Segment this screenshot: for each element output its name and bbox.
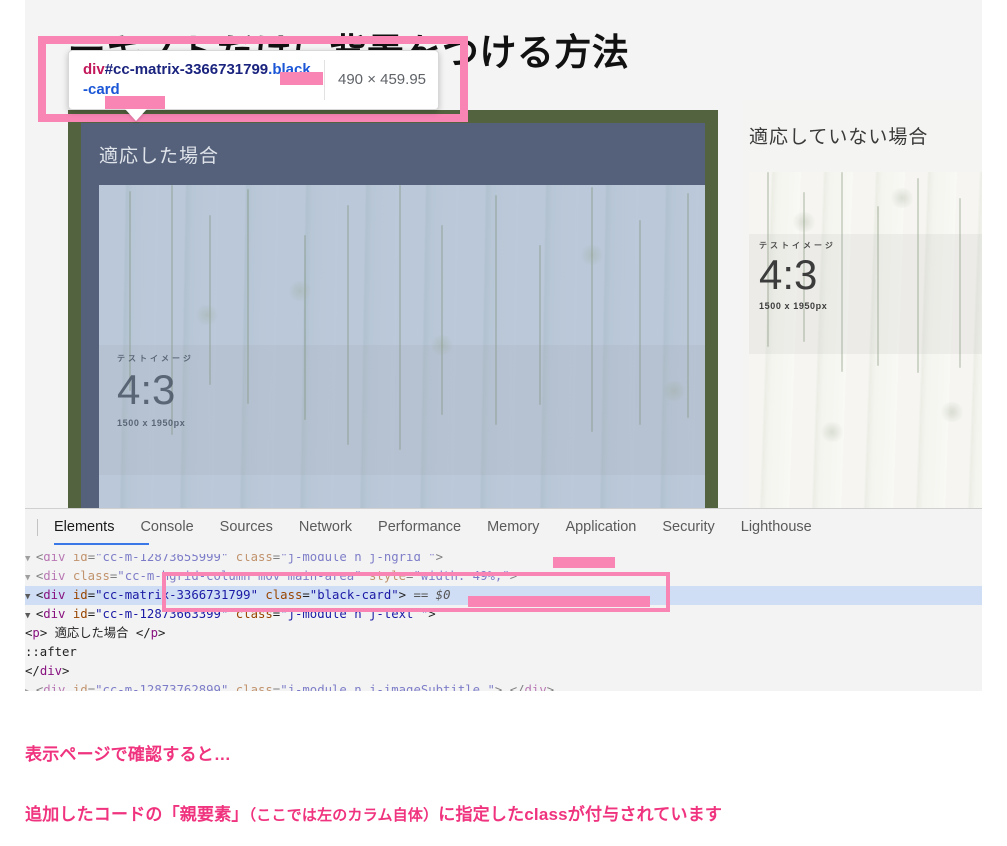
dom-row-expand-icon[interactable]: ▶ — [25, 687, 36, 691]
dom-token-tag: div — [43, 569, 65, 583]
dom-tree-row[interactable]: ▼ <div id="cc-matrix-3366731799" class="… — [25, 586, 982, 605]
caption-line-2-part-a: 追加したコードの「親要素」 — [25, 805, 249, 824]
dom-token-punct: </ — [502, 683, 524, 691]
left-placeholder-ratio: 4:3 — [117, 370, 705, 410]
dom-token-val: "black-card" — [310, 588, 399, 602]
dom-token-val: "cc-m-hgrid-column mov main-area" — [117, 569, 361, 583]
dom-token-punct: = — [302, 588, 309, 602]
tab-network[interactable]: Network — [299, 519, 352, 535]
dom-token-pseudo: ::after — [25, 645, 77, 659]
left-column-black-card[interactable]: 適応した場合 — [68, 110, 718, 510]
dom-tree-row[interactable]: ::after — [25, 643, 982, 662]
dom-token-attr: style — [362, 569, 406, 583]
dom-token-val: "j-module n j-imageSubtitle " — [280, 683, 495, 691]
dom-token-punct: > — [158, 626, 165, 640]
dom-token-tag: div — [43, 607, 65, 621]
tooltip-tag-name: div — [83, 61, 105, 78]
right-card-image: テストイメージ 4:3 1500 x 1950px — [749, 172, 982, 510]
dom-token-punct: = — [88, 607, 95, 621]
dom-token-tag: p — [32, 626, 39, 640]
tooltip-selector: div#cc-matrix-3366731799.black-card — [83, 60, 311, 100]
tab-sources[interactable]: Sources — [220, 519, 273, 535]
dom-tree-row[interactable]: ▶ <div id="cc-m-12873762899" class="j-mo… — [25, 681, 982, 691]
left-placeholder-kana: テストイメージ — [117, 353, 705, 364]
tab-elements[interactable]: Elements — [54, 519, 114, 535]
devtools-tab-bar: Elements Console Sources Network Perform… — [25, 509, 982, 546]
dom-token-val: "cc-matrix-3366731799" — [95, 588, 258, 602]
dom-row-expand-icon[interactable]: ▼ — [25, 554, 36, 564]
dom-token-attr: id — [65, 683, 87, 691]
right-card-heading: 適応していない場合 — [743, 100, 982, 149]
dom-token-punct: > — [62, 664, 69, 678]
dom-row-expand-icon[interactable]: ▼ — [25, 611, 36, 621]
dom-token-val: "width: 49%;" — [413, 569, 509, 583]
tab-security[interactable]: Security — [662, 519, 714, 535]
dom-top-clip — [25, 545, 982, 554]
dom-token-tag: div — [40, 664, 62, 678]
dom-token-punct: = — [88, 683, 95, 691]
dom-token-attr: class — [65, 569, 109, 583]
dom-tree-row[interactable]: ▼ <div class="cc-m-hgrid-column mov main… — [25, 567, 982, 586]
dom-token-punct: > — [428, 607, 435, 621]
left-card-image: テストイメージ 4:3 1500 x 1950px — [99, 185, 705, 510]
dom-token-attr: class — [228, 607, 272, 621]
screenshot-root: テキストだけに背景をつける方法 適応した場合 — [0, 0, 1007, 846]
dom-row-expand-icon[interactable]: ▼ — [25, 592, 36, 602]
left-card-inner: 適応した場合 — [81, 123, 705, 510]
dom-token-punct: </ — [25, 664, 40, 678]
dom-token-attr: class — [228, 683, 272, 691]
tab-bar-divider — [37, 519, 38, 536]
left-placeholder-band: テストイメージ 4:3 1500 x 1950px — [99, 345, 705, 475]
dom-token-punct: </ — [136, 626, 151, 640]
dom-token-txt: 適応した場合 — [47, 626, 136, 640]
tooltip-arrow — [125, 109, 147, 121]
tab-lighthouse[interactable]: Lighthouse — [741, 519, 812, 535]
right-placeholder-ratio: 4:3 — [759, 255, 982, 295]
dom-token-dollar: == $0 — [406, 588, 450, 602]
caption-line-2-part-b: （ここでは左のカラム自体） — [249, 807, 439, 824]
tab-performance[interactable]: Performance — [378, 519, 461, 535]
dom-token-val: "cc-m-12873762899" — [95, 683, 228, 691]
dom-tree-row[interactable]: ▼ <div id="cc-m-12873663399" class="j-mo… — [25, 605, 982, 624]
tab-memory[interactable]: Memory — [487, 519, 539, 535]
caption-line-2: 追加したコードの「親要素」（ここでは左のカラム自体）に指定したclassが付与さ… — [25, 800, 722, 825]
dom-token-punct: = — [88, 588, 95, 602]
left-card-heading: 適応した場合 — [81, 123, 705, 168]
tooltip-separator — [324, 60, 325, 100]
right-placeholder-band: テストイメージ 4:3 1500 x 1950px — [749, 234, 982, 354]
dom-token-attr: id — [65, 607, 87, 621]
tab-application[interactable]: Application — [565, 519, 636, 535]
element-inspect-tooltip: div#cc-matrix-3366731799.black-card 490 … — [68, 50, 439, 110]
dom-tree-row[interactable]: <p> 適応した場合 </p> — [25, 624, 982, 643]
tab-console[interactable]: Console — [140, 519, 193, 535]
right-placeholder-kana: テストイメージ — [759, 240, 982, 251]
dom-token-punct: > — [547, 683, 554, 691]
dom-token-punct: > — [510, 569, 517, 583]
caption-line-1: 表示ページで確認すると… — [25, 740, 231, 765]
dom-token-tag: div — [43, 588, 65, 602]
dom-token-tag: div — [43, 683, 65, 691]
dom-token-tag: div — [525, 683, 547, 691]
dom-token-tag: p — [151, 626, 158, 640]
caption-line-2-part-c: に指定したclassが付与されています — [438, 805, 722, 824]
devtools-panel: Elements Console Sources Network Perform… — [25, 508, 982, 691]
dom-token-val: "j-module n j-text " — [280, 607, 428, 621]
dom-token-punct: > — [399, 588, 406, 602]
right-column-plain[interactable]: 適応していない場合 テストイメージ 4:3 1500 — [743, 100, 982, 510]
dom-token-attr: class — [258, 588, 302, 602]
tooltip-dimensions: 490 × 459.95 — [338, 60, 426, 88]
dom-row-expand-icon[interactable]: ▼ — [25, 573, 36, 583]
left-placeholder-dimensions: 1500 x 1950px — [117, 418, 705, 428]
dom-token-attr: id — [65, 588, 87, 602]
dom-tree-row[interactable]: </div> — [25, 662, 982, 681]
tooltip-element-id: #cc-matrix-3366731799 — [105, 61, 268, 78]
dom-tree[interactable]: ▼ <div id="cc-m-12873655999" class="j-mo… — [25, 546, 982, 691]
dom-token-val: "cc-m-12873663399" — [95, 607, 228, 621]
right-placeholder-dimensions: 1500 x 1950px — [759, 301, 982, 311]
